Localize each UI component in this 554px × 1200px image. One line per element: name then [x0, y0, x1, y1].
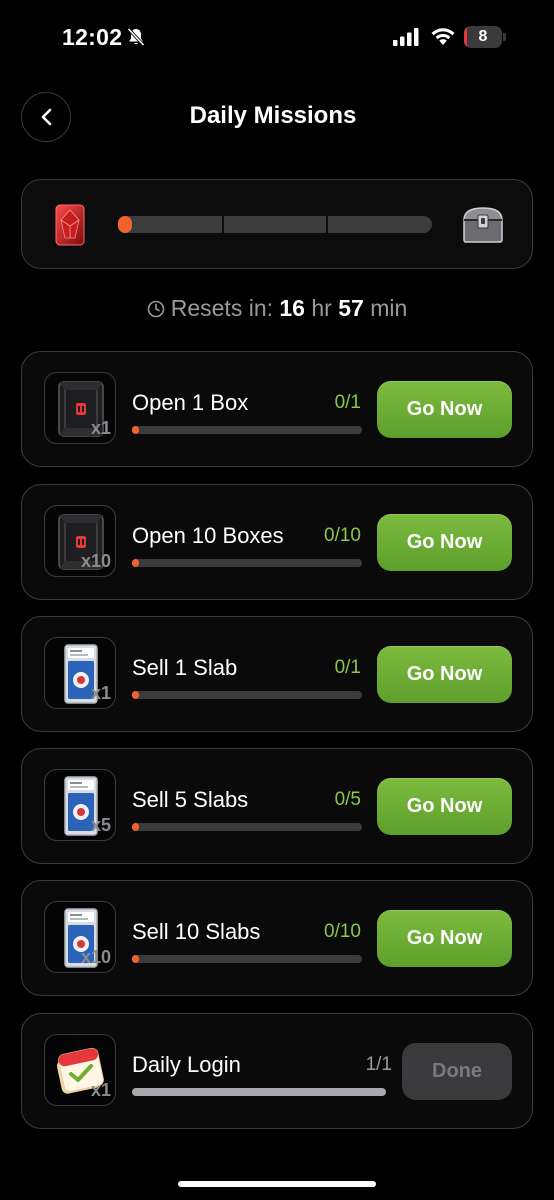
- page-title: Daily Missions: [189, 102, 357, 129]
- mission-count: 0/1: [334, 657, 361, 678]
- mission-card: x1 Sell 1 Slab 0/1 Go Now: [21, 616, 533, 732]
- mission-quantity: x10: [80, 947, 111, 967]
- reset-minutes-unit: min: [370, 295, 408, 321]
- battery-level-text: 8: [478, 28, 488, 45]
- mission-card: x1 Open 1 Box 0/1 Go Now: [21, 351, 533, 467]
- mission-reward-icon-box: x1: [44, 1034, 116, 1106]
- mission-progress-bar: [132, 823, 362, 831]
- mission-progress-bar: [132, 426, 362, 434]
- mission-title: Open 10 Boxes: [132, 523, 284, 548]
- status-bar: 12:02 8: [0, 0, 554, 76]
- mission-card: x10 Open 10 Boxes 0/10 Go Now: [21, 484, 533, 600]
- mission-progress-bar: [132, 559, 362, 567]
- mission-count: 0/10: [324, 525, 361, 546]
- mission-title: Sell 5 Slabs: [132, 787, 249, 812]
- mission-reward-icon-box: x10: [44, 901, 116, 973]
- mission-title: Open 1 Box: [132, 390, 249, 415]
- go-now-button[interactable]: Go Now: [377, 778, 512, 835]
- mission-reward-icon-box: x1: [44, 637, 116, 709]
- mission-reward-icon-box: x1: [44, 372, 116, 444]
- mission-quantity: x1: [90, 683, 111, 703]
- mission-progress-fill: [132, 955, 139, 963]
- mission-progress-bar: [132, 1088, 386, 1096]
- reset-minutes: 57: [338, 295, 364, 321]
- mission-reward-icon-box: x5: [44, 769, 116, 841]
- mission-progress-fill: [132, 1088, 386, 1096]
- mission-reward-icon-box: x10: [44, 505, 116, 577]
- mission-count: 0/1: [334, 392, 361, 413]
- clock-icon: [147, 300, 165, 318]
- mission-progress-fill: [132, 426, 139, 434]
- mission-title: Daily Login: [132, 1052, 241, 1077]
- mission-quantity: x1: [90, 418, 111, 438]
- mission-count: 0/10: [324, 921, 361, 942]
- mission-card: x1 Daily Login 1/1 Done: [21, 1013, 533, 1129]
- mission-quantity: x10: [80, 551, 111, 571]
- reset-hours: 16: [279, 295, 305, 321]
- reset-timer: Resets in: 16 hr 57 min: [0, 295, 554, 322]
- mission-card: x5 Sell 5 Slabs 0/5 Go Now: [21, 748, 533, 864]
- mission-progress-fill: [132, 691, 139, 699]
- mission-progress-fill: [132, 559, 139, 567]
- go-now-button[interactable]: Go Now: [377, 646, 512, 703]
- reset-prefix: Resets in:: [170, 295, 273, 321]
- mission-progress-fill: [132, 823, 139, 831]
- overall-progress-fill: [118, 216, 132, 233]
- mission-count: 1/1: [365, 1054, 392, 1075]
- cellular-signal-icon: [393, 28, 419, 46]
- wifi-icon: [431, 28, 455, 45]
- bell-slash-icon: [127, 27, 145, 47]
- overall-progress-bar: [118, 216, 432, 233]
- battery-indicator: 8: [464, 26, 506, 48]
- home-indicator: [178, 1181, 376, 1187]
- status-time: 12:02: [62, 24, 123, 50]
- mission-progress-bar: [132, 691, 362, 699]
- done-button: Done: [402, 1043, 512, 1100]
- mission-count: 0/5: [334, 789, 361, 810]
- mission-quantity: x1: [90, 1080, 111, 1100]
- go-now-button[interactable]: Go Now: [377, 381, 512, 438]
- red-gem-card-icon: [55, 204, 85, 246]
- treasure-chest-icon: [463, 207, 503, 243]
- go-now-button[interactable]: Go Now: [377, 910, 512, 967]
- mission-card: x10 Sell 10 Slabs 0/10 Go Now: [21, 880, 533, 996]
- overall-progress-card: [21, 179, 533, 269]
- reset-hours-unit: hr: [311, 295, 332, 321]
- go-now-button[interactable]: Go Now: [377, 514, 512, 571]
- mission-title: Sell 1 Slab: [132, 655, 238, 680]
- mission-progress-bar: [132, 955, 362, 963]
- mission-title: Sell 10 Slabs: [132, 919, 261, 944]
- mission-quantity: x5: [90, 815, 111, 835]
